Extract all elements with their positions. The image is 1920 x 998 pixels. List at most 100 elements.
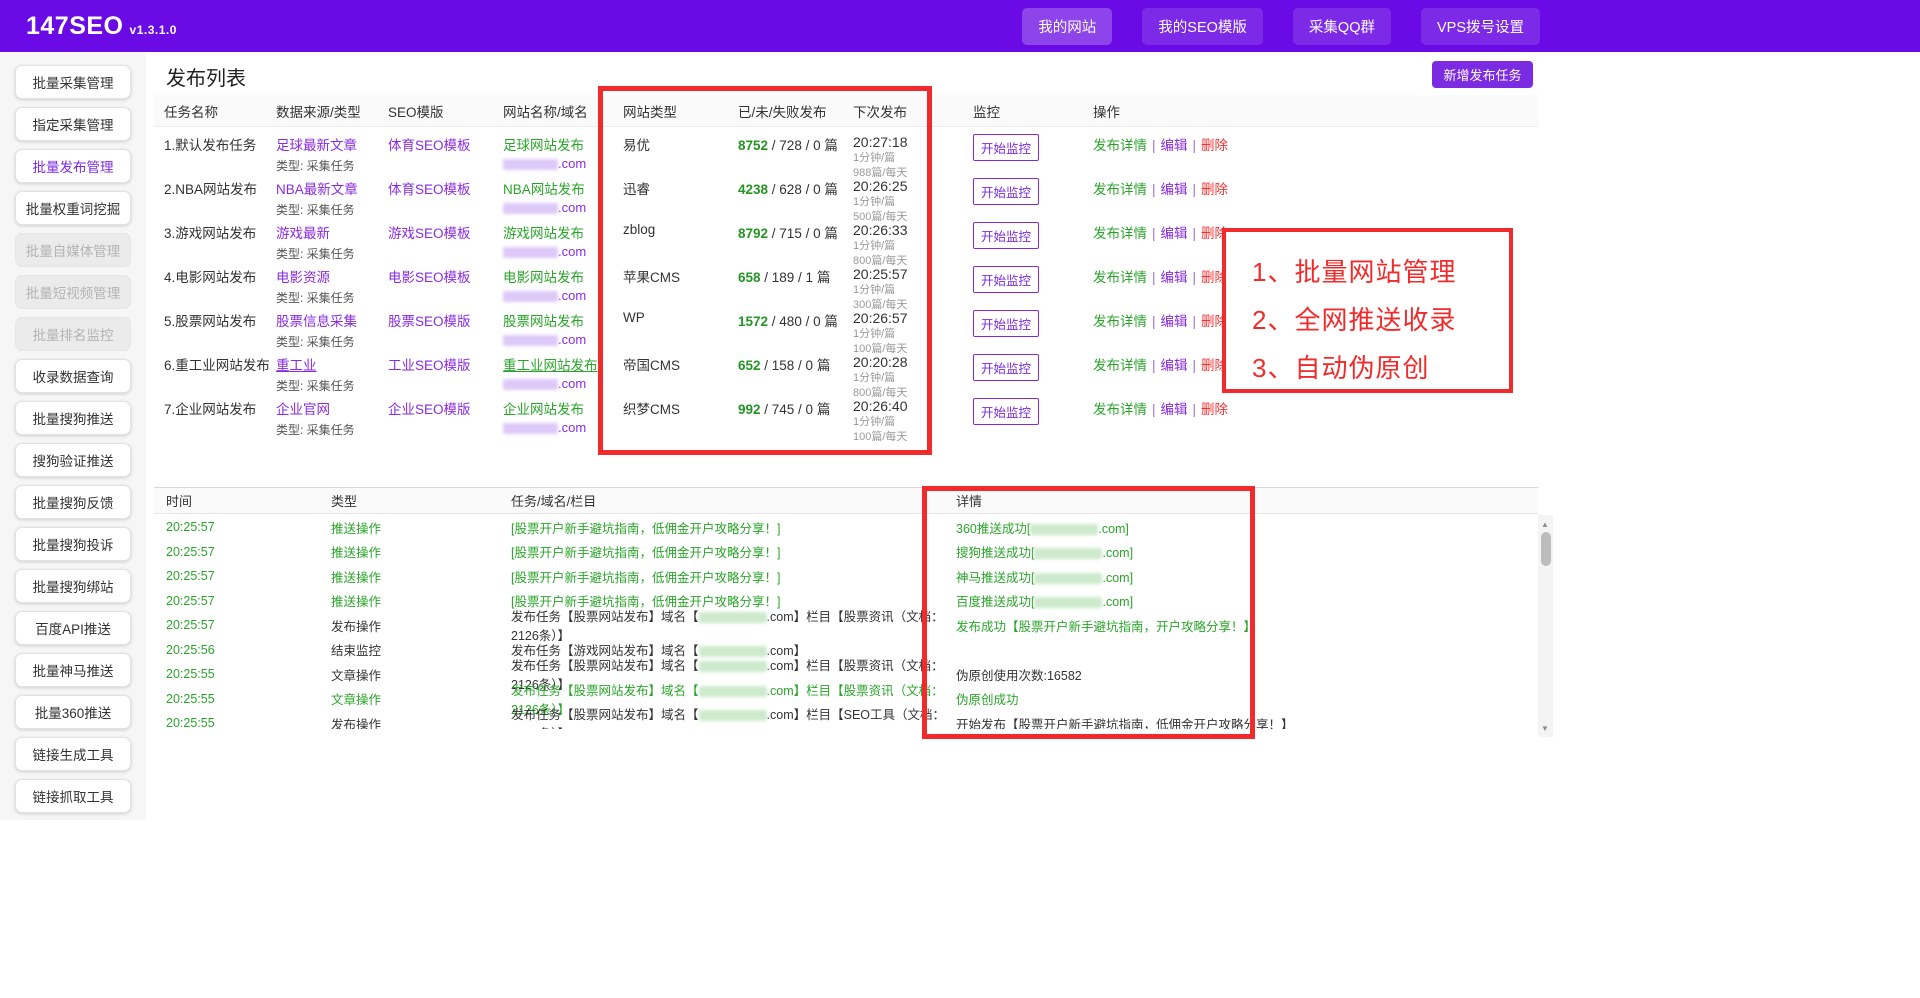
- site-name-link[interactable]: 电影网站发布: [503, 270, 584, 285]
- sidebar-item[interactable]: 链接抓取工具: [15, 779, 131, 813]
- log-task-text: 发布任务【股票网站发布】域名【: [511, 610, 699, 624]
- separator: |: [1193, 358, 1197, 373]
- nav-item-2[interactable]: 采集QQ群: [1293, 8, 1391, 45]
- delete-link[interactable]: 删除: [1201, 182, 1228, 197]
- sidebar-item[interactable]: 百度API推送: [15, 611, 131, 645]
- nav-item-0[interactable]: 我的网站: [1022, 8, 1112, 45]
- edit-link[interactable]: 编辑: [1161, 182, 1188, 197]
- log-detail: 神马推送成功[.com]: [956, 567, 1536, 586]
- sidebar-item[interactable]: 批量神马推送: [15, 653, 131, 687]
- publish-detail-link[interactable]: 发布详情: [1093, 402, 1147, 417]
- next-publish-cell: 20:26:251分钟/篇500篇/每天: [853, 178, 973, 224]
- task-name: 3.游戏网站发布: [164, 222, 276, 242]
- edit-link[interactable]: 编辑: [1161, 402, 1188, 417]
- publish-rate: 1分钟/篇: [853, 328, 973, 341]
- censored-domain: [503, 247, 558, 258]
- start-monitor-button[interactable]: 开始监控: [973, 310, 1039, 337]
- log-row: 20:25:57推送操作[股票开户新手避坑指南，低佣金开户攻略分享！]神马推送成…: [154, 564, 1538, 589]
- scroll-up-icon[interactable]: ▲: [1538, 517, 1552, 531]
- censored-domain: [503, 159, 558, 170]
- log-detail: 伪原创成功: [956, 689, 1536, 708]
- delete-link[interactable]: 删除: [1201, 402, 1228, 417]
- template-link[interactable]: 电影SEO模板: [388, 270, 471, 285]
- source-link[interactable]: 重工业: [276, 358, 317, 373]
- logo-text: 147SEO: [26, 12, 124, 40]
- site-name-link[interactable]: 股票网站发布: [503, 314, 584, 329]
- edit-link[interactable]: 编辑: [1161, 138, 1188, 153]
- template-link[interactable]: 工业SEO模版: [388, 358, 471, 373]
- start-monitor-button[interactable]: 开始监控: [973, 178, 1039, 205]
- start-monitor-button[interactable]: 开始监控: [973, 266, 1039, 293]
- domain-suffix: .com: [558, 156, 586, 171]
- site-name-link[interactable]: 游戏网站发布: [503, 226, 584, 241]
- source-link[interactable]: 企业官网: [276, 402, 330, 417]
- sidebar-item[interactable]: 搜狗验证推送: [15, 443, 131, 477]
- next-publish-time: 20:25:57: [853, 266, 973, 282]
- edit-link[interactable]: 编辑: [1161, 358, 1188, 373]
- source-link[interactable]: 游戏最新: [276, 226, 330, 241]
- source-link[interactable]: NBA最新文章: [276, 182, 358, 197]
- site-name-link[interactable]: 足球网站发布: [503, 138, 584, 153]
- task-name: 7.企业网站发布: [164, 398, 276, 418]
- nav-item-1[interactable]: 我的SEO模版: [1142, 8, 1263, 45]
- log-scrollbar-thumb[interactable]: [1541, 532, 1551, 566]
- template-link[interactable]: 体育SEO模板: [388, 138, 471, 153]
- publish-rate: 1分钟/篇: [853, 284, 973, 297]
- sidebar-item[interactable]: 批量搜狗绑站: [15, 569, 131, 603]
- sidebar-item[interactable]: 批量发布管理: [15, 149, 131, 183]
- published-count: 992: [738, 402, 761, 417]
- version-label: v1.3.1.0: [130, 23, 177, 37]
- start-monitor-button[interactable]: 开始监控: [973, 222, 1039, 249]
- start-monitor-button[interactable]: 开始监控: [973, 134, 1039, 161]
- source-link[interactable]: 电影资源: [276, 270, 330, 285]
- publish-counts: 992 / 745 / 0 篇: [738, 398, 853, 418]
- template-link[interactable]: 游戏SEO模板: [388, 226, 471, 241]
- sidebar-item[interactable]: 批量采集管理: [15, 65, 131, 99]
- pending-failed-count: / 728 / 0 篇: [768, 138, 838, 153]
- publish-detail-link[interactable]: 发布详情: [1093, 138, 1147, 153]
- edit-link[interactable]: 编辑: [1161, 314, 1188, 329]
- source-link[interactable]: 足球最新文章: [276, 138, 357, 153]
- template-link[interactable]: 企业SEO模版: [388, 402, 471, 417]
- log-row: 20:25:57推送操作[股票开户新手避坑指南，低佣金开户攻略分享！]360推送…: [154, 515, 1538, 540]
- scroll-down-icon[interactable]: ▼: [1538, 721, 1552, 735]
- source-link[interactable]: 股票信息采集: [276, 314, 357, 329]
- publish-detail-link[interactable]: 发布详情: [1093, 270, 1147, 285]
- censored-domain: [503, 423, 558, 434]
- monitor-cell: 开始监控: [973, 310, 1093, 337]
- sidebar-item[interactable]: 收录数据查询: [15, 359, 131, 393]
- log-detail-text: .com]: [1102, 571, 1133, 585]
- site-name-link[interactable]: 重工业网站发布: [503, 358, 598, 373]
- publish-detail-link[interactable]: 发布详情: [1093, 226, 1147, 241]
- start-monitor-button[interactable]: 开始监控: [973, 398, 1039, 425]
- site-name-link[interactable]: 企业网站发布: [503, 402, 584, 417]
- nav-item-3[interactable]: VPS拨号设置: [1421, 8, 1540, 45]
- site-domain: .com: [503, 244, 623, 259]
- sidebar-item[interactable]: 指定采集管理: [15, 107, 131, 141]
- sidebar-item[interactable]: 批量360推送: [15, 695, 131, 729]
- edit-link[interactable]: 编辑: [1161, 226, 1188, 241]
- log-type: 推送操作: [331, 591, 511, 610]
- log-scrollbar[interactable]: ▲ ▼: [1538, 515, 1553, 737]
- publish-counts: 652 / 158 / 0 篇: [738, 354, 853, 374]
- sidebar-item[interactable]: 批量搜狗投诉: [15, 527, 131, 561]
- sidebar-item: 批量排名监控: [15, 317, 131, 351]
- next-publish-time: 20:27:18: [853, 134, 973, 150]
- site-name-link[interactable]: NBA网站发布: [503, 182, 585, 197]
- sidebar-item[interactable]: 批量搜狗反馈: [15, 485, 131, 519]
- app-header: 147SEO v1.3.1.0 我的网站我的SEO模版采集QQ群 VPS拨号设置: [0, 0, 1920, 52]
- publish-detail-link[interactable]: 发布详情: [1093, 182, 1147, 197]
- publish-detail-link[interactable]: 发布详情: [1093, 314, 1147, 329]
- start-monitor-button[interactable]: 开始监控: [973, 354, 1039, 381]
- sidebar-item[interactable]: 批量权重词挖掘: [15, 191, 131, 225]
- log-detail-text: 伪原创使用次数:16582: [956, 669, 1082, 683]
- delete-link[interactable]: 删除: [1201, 138, 1228, 153]
- sidebar-item[interactable]: 批量搜狗推送: [15, 401, 131, 435]
- log-time: 20:25:56: [166, 643, 331, 657]
- add-publish-task-button[interactable]: 新增发布任务: [1432, 61, 1533, 88]
- publish-detail-link[interactable]: 发布详情: [1093, 358, 1147, 373]
- template-link[interactable]: 股票SEO模版: [388, 314, 471, 329]
- sidebar-item[interactable]: 链接生成工具: [15, 737, 131, 771]
- edit-link[interactable]: 编辑: [1161, 270, 1188, 285]
- template-link[interactable]: 体育SEO模板: [388, 182, 471, 197]
